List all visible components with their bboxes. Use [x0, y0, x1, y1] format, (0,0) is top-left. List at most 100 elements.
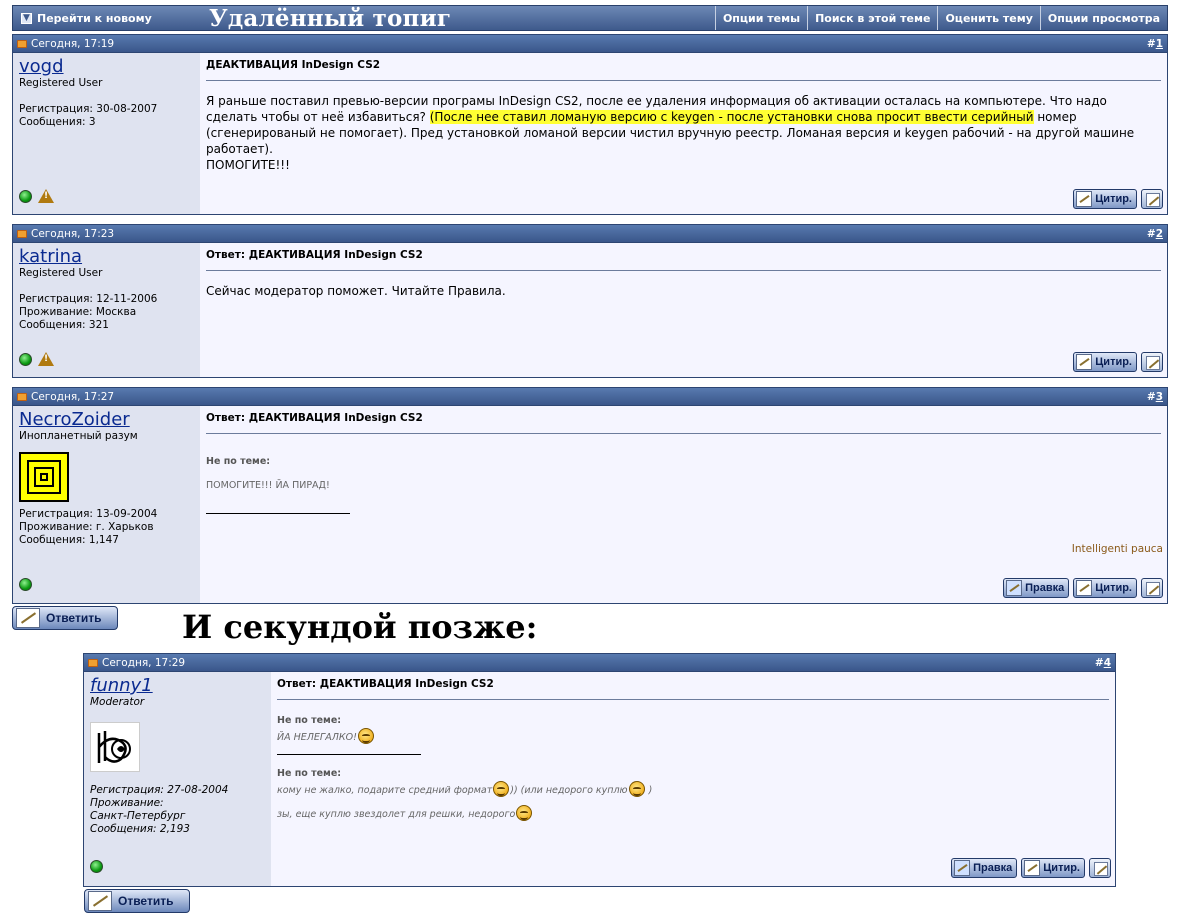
offtopic-text: ЙА НЕЛЕГАЛКО! — [277, 728, 1109, 744]
reply-button-2[interactable]: Ответить — [84, 889, 190, 913]
user-post-count: Сообщения: 321 — [19, 319, 109, 331]
offtopic-text-3: зы, еще куплю звездолет для решки, недор… — [277, 805, 1109, 821]
post-title: Ответ: ДЕАКТИВАЦИЯ InDesign CS2 — [206, 412, 1161, 434]
report-post-icon[interactable] — [38, 189, 54, 203]
report-post-icon[interactable] — [38, 352, 54, 366]
user-location: Проживание: г. Харьков — [19, 521, 154, 533]
user-avatar — [19, 452, 69, 502]
user-location-label: Проживание: — [90, 797, 164, 809]
menu-display-options[interactable]: Опции просмотра — [1039, 6, 1167, 30]
edit-button[interactable]: Правка — [1003, 578, 1070, 598]
online-status-icon — [19, 578, 32, 591]
menu-search-thread[interactable]: Поиск в этой теме — [807, 6, 937, 30]
offtopic-text: ПОМОГИТЕ!!! ЙА ПИРАД! — [206, 480, 330, 491]
post-icon — [17, 392, 27, 401]
post-number-link[interactable]: #1 — [1147, 38, 1163, 50]
signature-divider — [206, 513, 350, 514]
smile-icon — [628, 781, 645, 797]
post-title: Ответ: ДЕАКТИВАЦИЯ InDesign CS2 — [206, 249, 1161, 271]
user-post-count: Сообщения: 2,193 — [90, 823, 190, 835]
post-content: Ответ: ДЕАКТИВАЦИЯ InDesign CS2 Не по те… — [200, 406, 1167, 603]
user-location: Проживание: Москва — [19, 306, 137, 318]
quote-button[interactable]: Цитир. — [1073, 578, 1137, 598]
post-header: Сегодня, 17:19 #1 — [13, 35, 1167, 53]
goto-new-label: Перейти к новому — [37, 11, 152, 25]
post-content: ДЕАКТИВАЦИЯ InDesign CS2 Я раньше постав… — [200, 53, 1167, 214]
quick-reply-button[interactable] — [1141, 578, 1163, 598]
user-title: Инопланетный разум — [19, 430, 138, 442]
user-title: Moderator — [90, 696, 145, 708]
post-date: Сегодня, 17:27 — [31, 390, 115, 403]
smile-icon — [357, 728, 374, 744]
username-link[interactable]: NecroZoider — [19, 410, 130, 430]
post-date: Сегодня, 17:19 — [31, 37, 115, 50]
post-icon — [17, 229, 27, 238]
username-link[interactable]: vogd — [19, 57, 64, 77]
post-1: Сегодня, 17:19 #1 vogd Registered User Р… — [12, 34, 1168, 215]
post-2: Сегодня, 17:23 #2 katrina Registered Use… — [12, 224, 1168, 378]
user-registration: Регистрация: 12-11-2006 — [19, 293, 158, 305]
username-link[interactable]: katrina — [19, 247, 82, 267]
post-header: Сегодня, 17:29 #4 — [84, 654, 1115, 672]
post-title: Ответ: ДЕАКТИВАЦИЯ InDesign CS2 — [277, 678, 1109, 700]
quote-icon — [1076, 580, 1093, 596]
post-number-link[interactable]: #4 — [1095, 657, 1111, 669]
user-title: Registered User — [19, 77, 103, 89]
user-info-panel: NecroZoider Инопланетный разум Регистрац… — [13, 406, 200, 603]
smile-icon — [516, 805, 533, 821]
goto-new-link[interactable]: ▼ Перейти к новому — [21, 12, 201, 25]
post-message: Я раньше поставил превью-версии програмы… — [206, 94, 1135, 172]
thread-toolbar: ▼ Перейти к новому Удалённый топиг Опции… — [12, 4, 1168, 32]
offtopic-label-2: Не по теме: — [277, 768, 342, 779]
online-status-icon — [19, 352, 32, 366]
user-registration: Регистрация: 13-09-2004 — [19, 508, 158, 520]
post-number-link[interactable]: #2 — [1147, 228, 1163, 240]
quote-button[interactable]: Цитир. — [1021, 858, 1085, 878]
menu-thread-options[interactable]: Опции темы — [714, 6, 807, 30]
post-icon — [17, 39, 27, 48]
user-post-count: Сообщения: 1,147 — [19, 534, 119, 546]
user-registration: Регистрация: 27-08-2004 — [90, 784, 229, 796]
quick-reply-button[interactable] — [1141, 352, 1163, 372]
edit-icon — [954, 860, 971, 876]
user-location: Санкт-Петербург — [90, 810, 186, 822]
reply-button[interactable]: Ответить — [12, 606, 118, 630]
user-avatar — [90, 722, 140, 772]
quote-button[interactable]: Цитир. — [1073, 352, 1137, 372]
signature-text: Intelligenti pauca — [1071, 543, 1163, 555]
quote-button[interactable]: Цитир. — [1073, 189, 1137, 209]
offtopic-label: Не по теме: — [277, 715, 342, 726]
overlay-title: Удалённый топиг — [209, 4, 452, 32]
post-header: Сегодня, 17:27 #3 — [13, 388, 1167, 406]
thread-menu: Опции темы Поиск в этой теме Оценить тем… — [714, 6, 1167, 30]
offtopic-text-2: кому не жалко, подарите средний формат))… — [277, 781, 1109, 797]
post-number-link[interactable]: #3 — [1147, 391, 1163, 403]
quote-icon — [1076, 191, 1093, 207]
arrow-down-icon: ▼ — [21, 12, 32, 24]
edit-icon — [1006, 580, 1023, 596]
user-post-count: Сообщения: 3 — [19, 116, 96, 128]
post-date: Сегодня, 17:23 — [31, 227, 115, 240]
smile-icon — [493, 781, 510, 797]
user-registration: Регистрация: 30-08-2007 — [19, 103, 158, 115]
user-info-panel: vogd Registered User Регистрация: 30-08-… — [13, 53, 200, 214]
quote-icon — [1076, 354, 1093, 370]
post-3: Сегодня, 17:27 #3 NecroZoider Инопланетн… — [12, 387, 1168, 604]
user-info-panel: katrina Registered User Регистрация: 12-… — [13, 243, 200, 377]
online-status-icon — [19, 189, 32, 203]
reply-icon — [16, 608, 40, 628]
quick-reply-button[interactable] — [1089, 858, 1111, 878]
post-title: ДЕАКТИВАЦИЯ InDesign CS2 — [206, 59, 1161, 81]
reply-icon — [88, 891, 112, 911]
edit-button[interactable]: Правка — [951, 858, 1018, 878]
offtopic-divider — [277, 754, 421, 755]
post-icon — [88, 658, 98, 667]
post-4: Сегодня, 17:29 #4 funny1 Moderator Регис… — [83, 653, 1116, 887]
menu-rate-thread[interactable]: Оценить тему — [937, 6, 1039, 30]
username-link[interactable]: funny1 — [90, 676, 153, 696]
post-header: Сегодня, 17:23 #2 — [13, 225, 1167, 243]
user-title: Registered User — [19, 267, 103, 279]
quick-reply-button[interactable] — [1141, 189, 1163, 209]
caption-text: И секундой позже: — [182, 608, 538, 646]
post-content: Ответ: ДЕАКТИВАЦИЯ InDesign CS2 Не по те… — [271, 672, 1115, 886]
